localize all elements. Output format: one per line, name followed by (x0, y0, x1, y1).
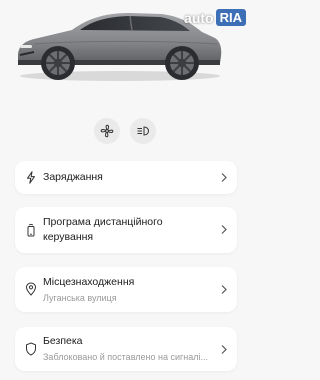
auto-ria-watermark: auto RIA (184, 9, 246, 26)
menu-item-subtitle: Заблоковано й поставлено на сигналі... (43, 352, 209, 362)
headlights-icon (137, 126, 150, 136)
watermark-auto-text: auto (184, 9, 214, 26)
menu-item-remote-program[interactable]: Програма дистанційного керування (15, 207, 237, 253)
phone-remote-icon (27, 224, 35, 237)
menu-item-title: Місцезнаходження (43, 276, 135, 288)
menu-item-security[interactable]: Безпека Заблоковано й поставлено на сигн… (15, 327, 237, 371)
menu-item-location[interactable]: Місцезнаходження Луганська вулиця (15, 267, 237, 312)
menu-item-title: Заряджання (43, 171, 103, 183)
chevron-right-icon (221, 285, 227, 294)
headlights-button[interactable] (130, 118, 156, 144)
lightning-bolt-icon (27, 171, 35, 184)
location-pin-icon (25, 282, 37, 296)
chevron-right-icon (221, 225, 227, 234)
menu-item-title: Безпека (43, 335, 83, 347)
menu-item-title: Програма дистанційного керування (43, 216, 163, 243)
menu-item-charging[interactable]: Заряджання (15, 161, 237, 194)
watermark-ria-badge: RIA (215, 9, 246, 26)
chevron-right-icon (221, 345, 227, 354)
menu-item-subtitle: Луганська вулиця (43, 293, 117, 303)
chevron-right-icon (221, 173, 227, 182)
fan-icon (100, 124, 114, 138)
shield-icon (26, 342, 36, 356)
climate-fan-button[interactable] (94, 118, 120, 144)
quick-actions (0, 118, 250, 144)
